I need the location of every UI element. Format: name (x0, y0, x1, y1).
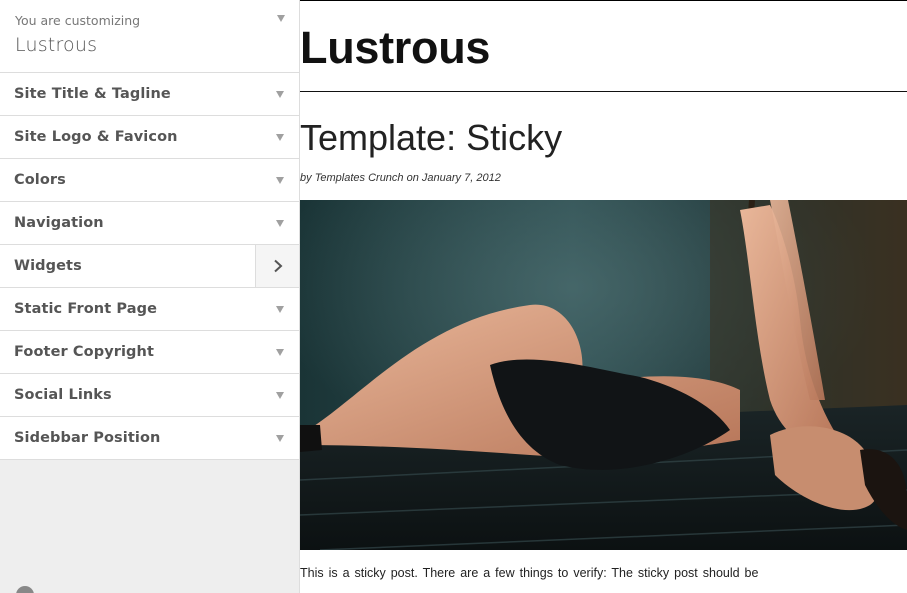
collapse-sidebar-icon[interactable] (16, 586, 34, 593)
section-footer-copyright[interactable]: Footer Copyright (0, 331, 299, 374)
section-label: Colors (14, 172, 66, 188)
section-navigation[interactable]: Navigation (0, 202, 299, 245)
post-date-link[interactable]: January 7, 2012 (422, 172, 501, 184)
meta-by-text: by (300, 172, 312, 184)
section-site-logo-favicon[interactable]: Site Logo & Favicon (0, 116, 299, 159)
section-sidebar-position[interactable]: Sidebbar Position (0, 417, 299, 460)
section-label: Site Title & Tagline (14, 86, 171, 102)
chevron-down-icon (276, 435, 284, 442)
chevron-down-icon (276, 177, 284, 184)
chevron-right-icon (273, 259, 282, 273)
open-widgets-button[interactable] (255, 245, 299, 287)
section-label: Static Front Page (14, 301, 158, 317)
section-label: Navigation (14, 215, 104, 231)
customizer-sidebar: You are customizing Lustrous Site Title … (0, 0, 300, 593)
section-site-title-tagline[interactable]: Site Title & Tagline (0, 73, 299, 116)
theme-name: Lustrous (15, 34, 98, 56)
chevron-down-icon (276, 91, 284, 98)
post-title[interactable]: Template: Sticky (300, 116, 562, 160)
meta-on-text: on (406, 172, 419, 184)
top-divider (300, 0, 907, 1)
chevron-down-icon (276, 134, 284, 141)
chevron-down-icon (276, 349, 284, 356)
featured-image[interactable] (300, 200, 907, 550)
section-static-front-page[interactable]: Static Front Page (0, 288, 299, 331)
preview-notice: You are customizing (15, 13, 141, 28)
site-title[interactable]: Lustrous (300, 22, 490, 74)
section-label: Site Logo & Favicon (14, 129, 178, 145)
section-label: Sidebbar Position (14, 430, 161, 446)
chevron-down-icon (276, 220, 284, 227)
section-label: Widgets (14, 258, 82, 274)
chevron-down-icon (277, 15, 285, 22)
section-label: Footer Copyright (14, 344, 154, 360)
site-preview: Lustrous Template: Sticky by Templates C… (300, 0, 907, 593)
section-label: Social Links (14, 387, 112, 403)
section-social-links[interactable]: Social Links (0, 374, 299, 417)
post-meta: by Templates Crunch on January 7, 2012 (300, 172, 501, 184)
post-author-link[interactable]: Templates Crunch (315, 172, 404, 184)
header-divider (300, 91, 907, 92)
section-widgets[interactable]: Widgets (0, 245, 299, 288)
chevron-down-icon (276, 306, 284, 313)
chevron-down-icon (276, 392, 284, 399)
section-colors[interactable]: Colors (0, 159, 299, 202)
customize-info-panel[interactable]: You are customizing Lustrous (0, 0, 299, 73)
post-excerpt: This is a sticky post. There are a few t… (300, 566, 759, 580)
info-toggle-button[interactable] (277, 15, 285, 22)
